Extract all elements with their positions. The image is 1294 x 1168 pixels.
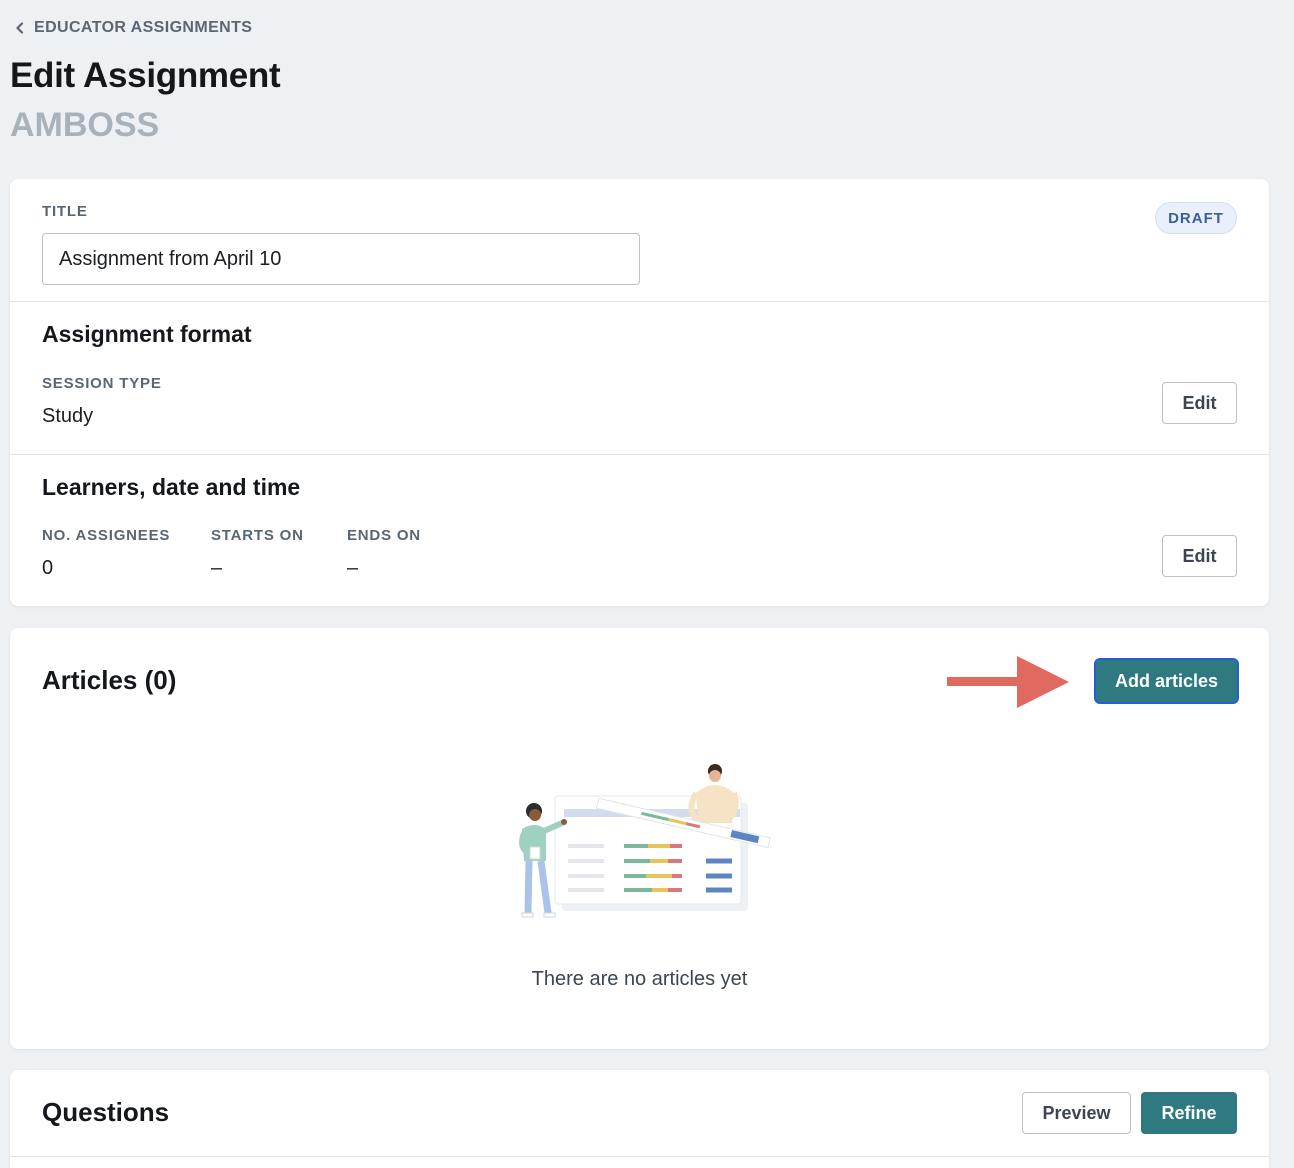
add-articles-button[interactable]: Add articles	[1096, 660, 1237, 702]
empty-state-illustration-icon	[519, 764, 771, 918]
assignees-value: 0	[42, 557, 54, 579]
edit-format-button[interactable]: Edit	[1162, 382, 1237, 424]
starts-on-label: STARTS ON	[211, 527, 304, 544]
assignment-format-section: Assignment format SESSION TYPE Study Edi…	[10, 302, 1269, 454]
edit-learners-button[interactable]: Edit	[1162, 535, 1237, 577]
learners-section: Learners, date and time NO. ASSIGNEES 0 …	[10, 455, 1269, 606]
session-type-label: SESSION TYPE	[42, 375, 162, 392]
page-subtitle: AMBOSS	[10, 106, 160, 144]
learners-heading: Learners, date and time	[42, 474, 301, 500]
title-section: TITLE DRAFT	[10, 179, 1269, 301]
title-input[interactable]	[42, 233, 640, 285]
assignment-details-card: TITLE DRAFT Assignment format SESSION TY…	[10, 179, 1269, 606]
articles-card: Articles (0) Add articles There are no a…	[10, 628, 1269, 1049]
session-type-value: Study	[42, 405, 94, 427]
preview-button[interactable]: Preview	[1022, 1092, 1131, 1134]
starts-on-value: –	[211, 557, 223, 579]
title-label: TITLE	[42, 203, 88, 220]
chevron-left-icon	[16, 22, 24, 34]
questions-card: Questions Preview Refine	[10, 1070, 1269, 1168]
articles-empty-text: There are no articles yet	[531, 968, 748, 990]
back-link-educator-assignments[interactable]: EDUCATOR ASSIGNMENTS	[14, 19, 252, 37]
page-title: Edit Assignment	[10, 56, 281, 95]
status-badge: DRAFT	[1155, 202, 1237, 234]
ends-on-label: ENDS ON	[347, 527, 421, 544]
assignment-format-heading: Assignment format	[42, 321, 252, 347]
annotation-arrow-icon	[947, 656, 1069, 708]
back-link-label: EDUCATOR ASSIGNMENTS	[34, 19, 253, 36]
refine-button[interactable]: Refine	[1141, 1092, 1237, 1134]
questions-heading: Questions	[42, 1097, 170, 1127]
ends-on-value: –	[347, 557, 359, 579]
articles-heading: Articles (0)	[42, 665, 177, 695]
assignees-label: NO. ASSIGNEES	[42, 527, 171, 544]
divider	[10, 1156, 1269, 1157]
